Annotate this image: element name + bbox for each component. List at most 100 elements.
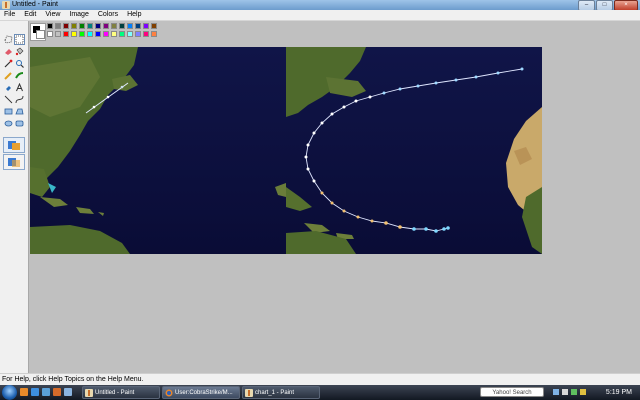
color-swatch[interactable] <box>127 23 133 29</box>
eyedropper-icon <box>4 59 12 67</box>
title-bar: Untitled - Paint – □ × <box>0 0 640 11</box>
canvas-area <box>29 46 640 373</box>
tray-update-icon[interactable] <box>580 389 586 395</box>
pencil-tool[interactable] <box>3 70 13 80</box>
ellipse-icon <box>4 120 12 126</box>
menu-file[interactable]: File <box>0 10 20 20</box>
magnifier-tool[interactable] <box>14 58 24 68</box>
tray-volume-icon[interactable] <box>562 389 568 395</box>
eraser-tool[interactable] <box>3 46 13 56</box>
swatch-grid <box>47 23 158 38</box>
track-point <box>446 226 450 230</box>
tray-network-icon[interactable] <box>553 389 559 395</box>
color-swatch[interactable] <box>111 23 117 29</box>
menu-edit[interactable]: Edit <box>20 10 41 20</box>
select-tool[interactable] <box>14 34 25 45</box>
status-bar: For Help, click Help Topics on the Help … <box>0 373 640 385</box>
color-swatch[interactable] <box>47 23 53 29</box>
opaque-option[interactable] <box>3 137 25 153</box>
color-swatch[interactable] <box>127 31 133 37</box>
eraser-icon <box>4 48 12 55</box>
color-swatch[interactable] <box>135 31 141 37</box>
color-swatch[interactable] <box>95 31 101 37</box>
track-point <box>342 105 346 109</box>
polygon-tool[interactable] <box>14 106 24 116</box>
color-swatch[interactable] <box>79 23 85 29</box>
text-tool[interactable] <box>14 82 24 92</box>
magnifier-icon <box>15 59 24 68</box>
start-button[interactable] <box>2 385 17 400</box>
task-label: chart_1 - Paint <box>255 390 295 396</box>
current-colors[interactable] <box>30 23 46 41</box>
switch-windows-icon[interactable] <box>64 388 72 396</box>
color-swatch[interactable] <box>63 23 69 29</box>
explorer-quicklaunch-icon[interactable] <box>31 388 39 396</box>
task-label: Untitled - Paint <box>95 390 135 396</box>
rect-select-icon <box>15 35 24 44</box>
menu-colors[interactable]: Colors <box>94 10 123 20</box>
task-browser[interactable]: User:CobraStrike/M... <box>162 386 240 399</box>
rectangle-tool[interactable] <box>3 106 13 116</box>
color-swatch[interactable] <box>143 31 149 37</box>
color-swatch[interactable] <box>111 31 117 37</box>
color-swatch[interactable] <box>63 31 69 37</box>
color-swatch[interactable] <box>143 23 149 29</box>
rounded-rectangle-tool[interactable] <box>14 118 24 128</box>
taskbar-clock[interactable]: 5:19 PM <box>606 387 632 398</box>
task-untitled-paint[interactable]: Untitled - Paint <box>82 386 160 399</box>
airbrush-tool[interactable] <box>3 82 13 92</box>
color-swatch[interactable] <box>79 31 85 37</box>
media-quicklaunch-icon[interactable] <box>53 388 61 396</box>
track-point <box>384 221 388 225</box>
color-swatch[interactable] <box>151 23 157 29</box>
color-swatch[interactable] <box>95 23 101 29</box>
color-swatch[interactable] <box>55 31 61 37</box>
opaque-option-icon <box>8 140 20 150</box>
track-point <box>342 209 346 213</box>
menu-view[interactable]: View <box>41 10 65 20</box>
transparent-option[interactable] <box>3 154 25 170</box>
track-point <box>454 78 458 82</box>
track-point <box>330 201 334 205</box>
line-tool[interactable] <box>3 94 13 104</box>
tray-security-icon[interactable] <box>571 389 577 395</box>
menu-image[interactable]: Image <box>65 10 93 20</box>
color-swatch[interactable] <box>87 31 93 37</box>
paint-task-icon <box>85 389 93 397</box>
curve-icon <box>15 95 23 103</box>
color-swatch[interactable] <box>71 23 77 29</box>
color-swatch[interactable] <box>103 23 109 29</box>
color-picker-tool[interactable] <box>3 58 13 68</box>
airbrush-icon <box>5 85 11 91</box>
menu-help[interactable]: Help <box>123 10 146 20</box>
color-swatch[interactable] <box>71 31 77 37</box>
pencil-icon <box>3 71 12 80</box>
yahoo-search-box[interactable]: Yahoo! Search <box>480 387 544 397</box>
track-point <box>412 227 416 231</box>
color-swatch[interactable] <box>55 23 61 29</box>
free-select-tool[interactable] <box>3 34 13 44</box>
desktop-quicklaunch-icon[interactable] <box>42 388 50 396</box>
rectangle-icon <box>4 108 12 114</box>
canvas[interactable] <box>30 47 542 254</box>
track-point <box>306 167 310 171</box>
track-point <box>354 99 358 103</box>
color-swatch[interactable] <box>47 31 53 37</box>
color-swatch[interactable] <box>87 23 93 29</box>
fill-tool[interactable] <box>14 46 24 56</box>
color-swatch[interactable] <box>135 23 141 29</box>
color-swatch[interactable] <box>103 31 109 37</box>
browser-quicklaunch-icon[interactable] <box>20 388 28 396</box>
color-swatch[interactable] <box>119 31 125 37</box>
line-icon <box>4 95 12 103</box>
track-point <box>496 71 500 75</box>
track-point <box>312 131 316 135</box>
background-color <box>36 30 45 39</box>
brush-tool[interactable] <box>14 70 24 80</box>
ellipse-tool[interactable] <box>3 118 13 128</box>
color-swatch[interactable] <box>151 31 157 37</box>
status-help-text: For Help, click Help Topics on the Help … <box>2 376 144 383</box>
color-swatch[interactable] <box>119 23 125 29</box>
task-chart-paint[interactable]: chart_1 - Paint <box>242 386 320 399</box>
curve-tool[interactable] <box>14 94 24 104</box>
